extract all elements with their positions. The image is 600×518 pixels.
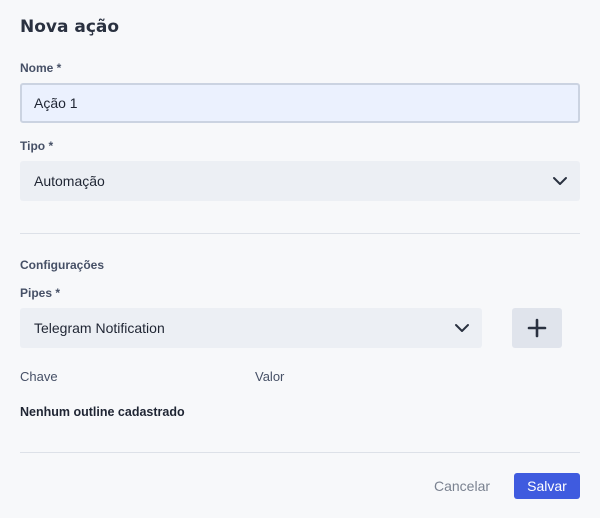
cancel-button[interactable]: Cancelar	[426, 473, 498, 499]
save-button[interactable]: Salvar	[514, 473, 580, 499]
type-select[interactable]: Automação	[20, 161, 580, 201]
pipes-label: Pipes *	[20, 286, 61, 300]
chevron-down-icon	[553, 177, 567, 185]
page-title: Nova ação	[20, 17, 120, 37]
pipes-select[interactable]: Telegram Notification	[20, 308, 482, 348]
plus-icon	[527, 318, 547, 338]
chevron-down-icon	[455, 324, 469, 332]
section-divider	[20, 233, 580, 234]
name-input[interactable]	[20, 83, 580, 123]
column-header-key: Chave	[20, 369, 58, 384]
type-select-value: Automação	[34, 173, 105, 189]
empty-state-message: Nenhum outline cadastrado	[20, 405, 185, 419]
name-label: Nome *	[20, 61, 62, 75]
config-heading: Configurações	[20, 258, 105, 272]
footer-divider	[20, 452, 580, 453]
pipes-select-value: Telegram Notification	[34, 320, 165, 336]
type-label: Tipo *	[20, 139, 54, 153]
add-pipe-button[interactable]	[512, 308, 562, 348]
column-header-value: Valor	[255, 369, 285, 384]
